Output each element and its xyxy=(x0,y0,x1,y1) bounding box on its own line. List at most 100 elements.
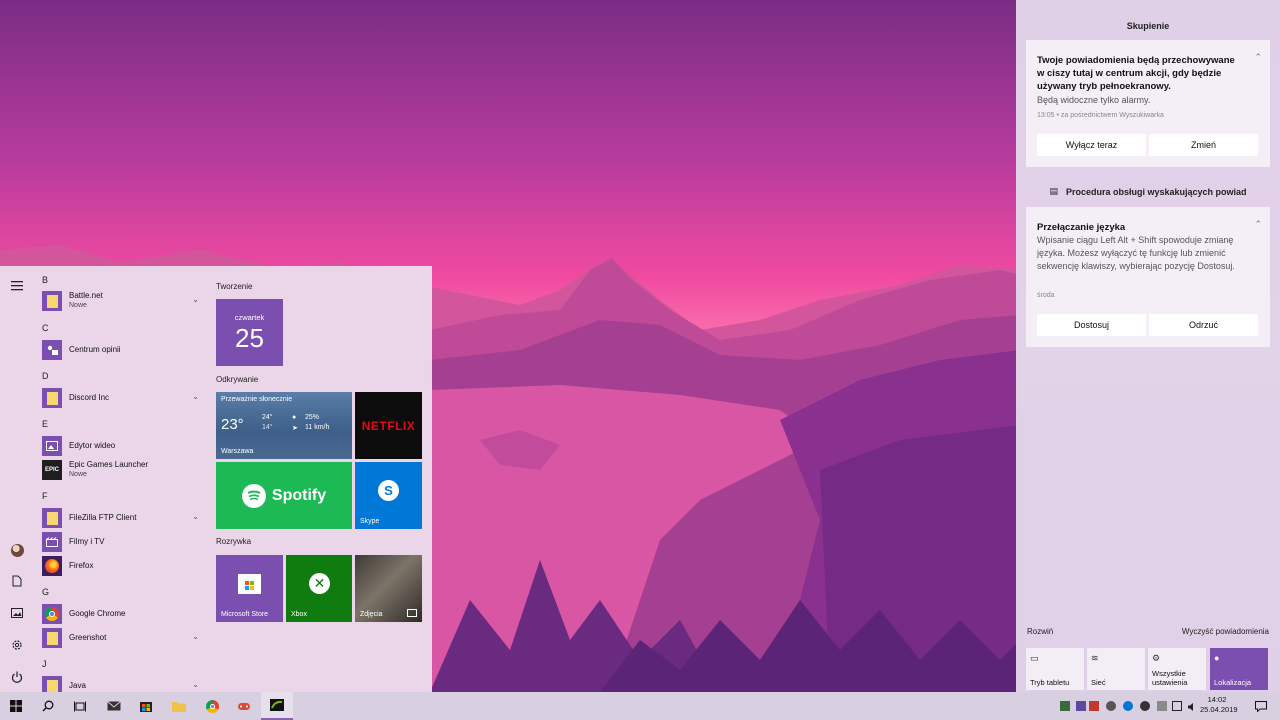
nvidia-tray-icon[interactable] xyxy=(1060,701,1070,711)
humidity-icon: ● xyxy=(292,414,297,421)
app-google-chrome[interactable]: Google Chrome xyxy=(42,603,202,625)
clock-time: 14:02 xyxy=(1207,695,1227,704)
chevron-up-icon[interactable]: ⌃ xyxy=(1254,219,1262,230)
turn-off-now-button[interactable]: Wyłącz teraz xyxy=(1037,134,1146,156)
file-explorer-icon[interactable] xyxy=(163,692,195,720)
xbox-tile[interactable]: ✕ Xbox xyxy=(286,555,352,622)
app-centrum-opinii[interactable]: Centrum opinii xyxy=(42,339,202,361)
mail-icon[interactable] xyxy=(98,692,130,720)
netflix-tile[interactable]: NETFLIX xyxy=(355,392,422,459)
app-greenshot[interactable]: Greenshot ⌄ xyxy=(42,627,202,649)
tile-group-title[interactable]: Rozrywka xyxy=(216,537,251,546)
group-letter-d[interactable]: D xyxy=(42,371,49,381)
weather-humidity: 25% xyxy=(305,414,320,421)
app-edytor-wideo[interactable]: Edytor wideo xyxy=(42,435,202,457)
app-tray-icon[interactable] xyxy=(1157,701,1167,711)
group-letter-c[interactable]: C xyxy=(42,323,49,333)
search-icon[interactable] xyxy=(32,692,64,720)
app-name: Java xyxy=(69,681,86,690)
weather-temp: 23° xyxy=(221,416,244,433)
volume-icon[interactable] xyxy=(1187,701,1197,711)
folder-icon xyxy=(42,291,62,311)
app-filezilla[interactable]: FileZilla FTP Client ⌄ xyxy=(42,507,202,529)
store-label: Microsoft Store xyxy=(221,611,269,618)
quick-action-all-settings[interactable]: ⚙ Wszystkie ustawienia xyxy=(1148,648,1206,690)
group-letter-j[interactable]: J xyxy=(42,659,47,669)
group-letter-g[interactable]: G xyxy=(42,587,49,597)
app-new-badge: Nowe xyxy=(69,471,87,478)
app-battle-net[interactable]: Battle.net Nowe ⌄ xyxy=(42,290,202,312)
folder-icon xyxy=(42,628,62,648)
chevron-down-icon[interactable]: ⌄ xyxy=(192,632,199,641)
customize-button[interactable]: Dostosuj xyxy=(1037,314,1146,336)
microsoft-store-tile[interactable]: Microsoft Store xyxy=(216,555,283,622)
chevron-down-icon[interactable]: ⌄ xyxy=(192,295,199,304)
app-java[interactable]: Java ⌄ xyxy=(42,675,202,692)
photos-tile[interactable]: Zdjęcia xyxy=(355,555,422,622)
app-tray-icon[interactable] xyxy=(1076,701,1086,711)
weather-tile[interactable]: Przeważnie słonecznie 23° 24° 14° ● 25% … xyxy=(216,392,352,459)
chevron-up-icon[interactable]: ⌃ xyxy=(1254,52,1262,63)
quick-action-tablet-mode[interactable]: ▭ Tryb tabletu xyxy=(1026,648,1084,690)
notification-meta: 13:05 • za pośrednictwem Wyszukiwarka xyxy=(1037,112,1164,119)
app-name: Discord Inc xyxy=(69,393,110,402)
app-tray-icon[interactable] xyxy=(1140,701,1150,711)
app-new-badge: Nowe xyxy=(69,302,87,309)
game-controller-icon[interactable] xyxy=(228,692,260,720)
app-name: Filmy i TV xyxy=(69,537,105,546)
tile-group-title[interactable]: Odkrywanie xyxy=(216,375,258,384)
focus-assist-notification[interactable]: Twoje powiadomienia będą przechowywane w… xyxy=(1026,40,1270,167)
app-discord[interactable]: Discord Inc ⌄ xyxy=(42,387,202,409)
app-name: Edytor wideo xyxy=(69,441,116,450)
start-button[interactable] xyxy=(0,692,32,720)
notification-group-header[interactable]: ▤ Procedura obsługi wyskakujących powiad xyxy=(1016,186,1280,197)
group-letter-b[interactable]: B xyxy=(42,275,48,285)
group-letter-f[interactable]: F xyxy=(42,491,48,501)
steam-icon[interactable] xyxy=(1106,701,1116,711)
app-tray-icon[interactable] xyxy=(1089,701,1099,711)
photos-label: Zdjęcia xyxy=(360,611,383,618)
taskbar-clock[interactable]: 14:02 25.04.2019 xyxy=(1200,695,1238,715)
action-center-icon[interactable] xyxy=(1246,692,1276,720)
user-avatar[interactable] xyxy=(0,534,34,566)
dismiss-button[interactable]: Odrzuć xyxy=(1149,314,1258,336)
chevron-down-icon[interactable]: ⌄ xyxy=(192,512,199,521)
tile-group-title[interactable]: Tworzenie xyxy=(216,282,252,291)
notification-meta: środa xyxy=(1037,292,1055,299)
app-firefox[interactable]: Firefox xyxy=(42,555,202,577)
skype-tile[interactable]: S Skype xyxy=(355,462,422,529)
app-name: Epic Games Launcher xyxy=(69,460,149,469)
nvidia-app-icon[interactable] xyxy=(261,692,293,720)
app-epic-games[interactable]: EPIC Epic Games Launcher Nowe xyxy=(42,459,202,481)
quick-action-label: Wszystkie ustawienia xyxy=(1152,669,1188,687)
clear-notifications-link[interactable]: Wyczyść powiadomienia xyxy=(1182,627,1269,636)
settings-gear-icon[interactable] xyxy=(0,629,34,661)
pictures-icon[interactable] xyxy=(0,597,34,629)
quick-action-location[interactable]: ● Lokalizacja xyxy=(1210,648,1268,690)
chrome-taskbar-icon[interactable] xyxy=(196,692,228,720)
notification-title: Przełączanie języka xyxy=(1037,222,1126,233)
network-icon: ≋ xyxy=(1091,653,1099,663)
app-name: Google Chrome xyxy=(69,609,126,618)
chevron-down-icon[interactable]: ⌄ xyxy=(192,392,199,401)
calendar-tile[interactable]: czwartek 25 xyxy=(216,299,283,366)
task-view-icon[interactable] xyxy=(64,692,96,720)
movies-tv-icon xyxy=(42,532,62,552)
chevron-down-icon[interactable]: ⌄ xyxy=(192,680,199,689)
monitor-icon[interactable] xyxy=(1172,701,1182,711)
language-switch-notification[interactable]: Przełączanie języka Wpisanie ciągu Left … xyxy=(1026,207,1270,347)
expand-link[interactable]: Rozwiń xyxy=(1027,627,1053,636)
power-icon[interactable] xyxy=(0,661,34,693)
skype-tray-icon[interactable] xyxy=(1123,701,1133,711)
group-letter-e[interactable]: E xyxy=(42,419,48,429)
app-filmy-i-tv[interactable]: Filmy i TV xyxy=(42,531,202,553)
spotify-tile[interactable]: Spotify xyxy=(216,462,352,529)
change-button[interactable]: Zmień xyxy=(1149,134,1258,156)
documents-icon[interactable] xyxy=(0,565,34,597)
quick-action-network[interactable]: ≋ Sieć xyxy=(1087,648,1145,690)
skype-icon: S xyxy=(378,480,399,501)
hamburger-menu-icon[interactable] xyxy=(0,270,34,302)
folder-icon xyxy=(42,676,62,692)
notification-title: Twoje powiadomienia będą przechowywane w… xyxy=(1037,55,1235,92)
store-taskbar-icon[interactable] xyxy=(130,692,162,720)
